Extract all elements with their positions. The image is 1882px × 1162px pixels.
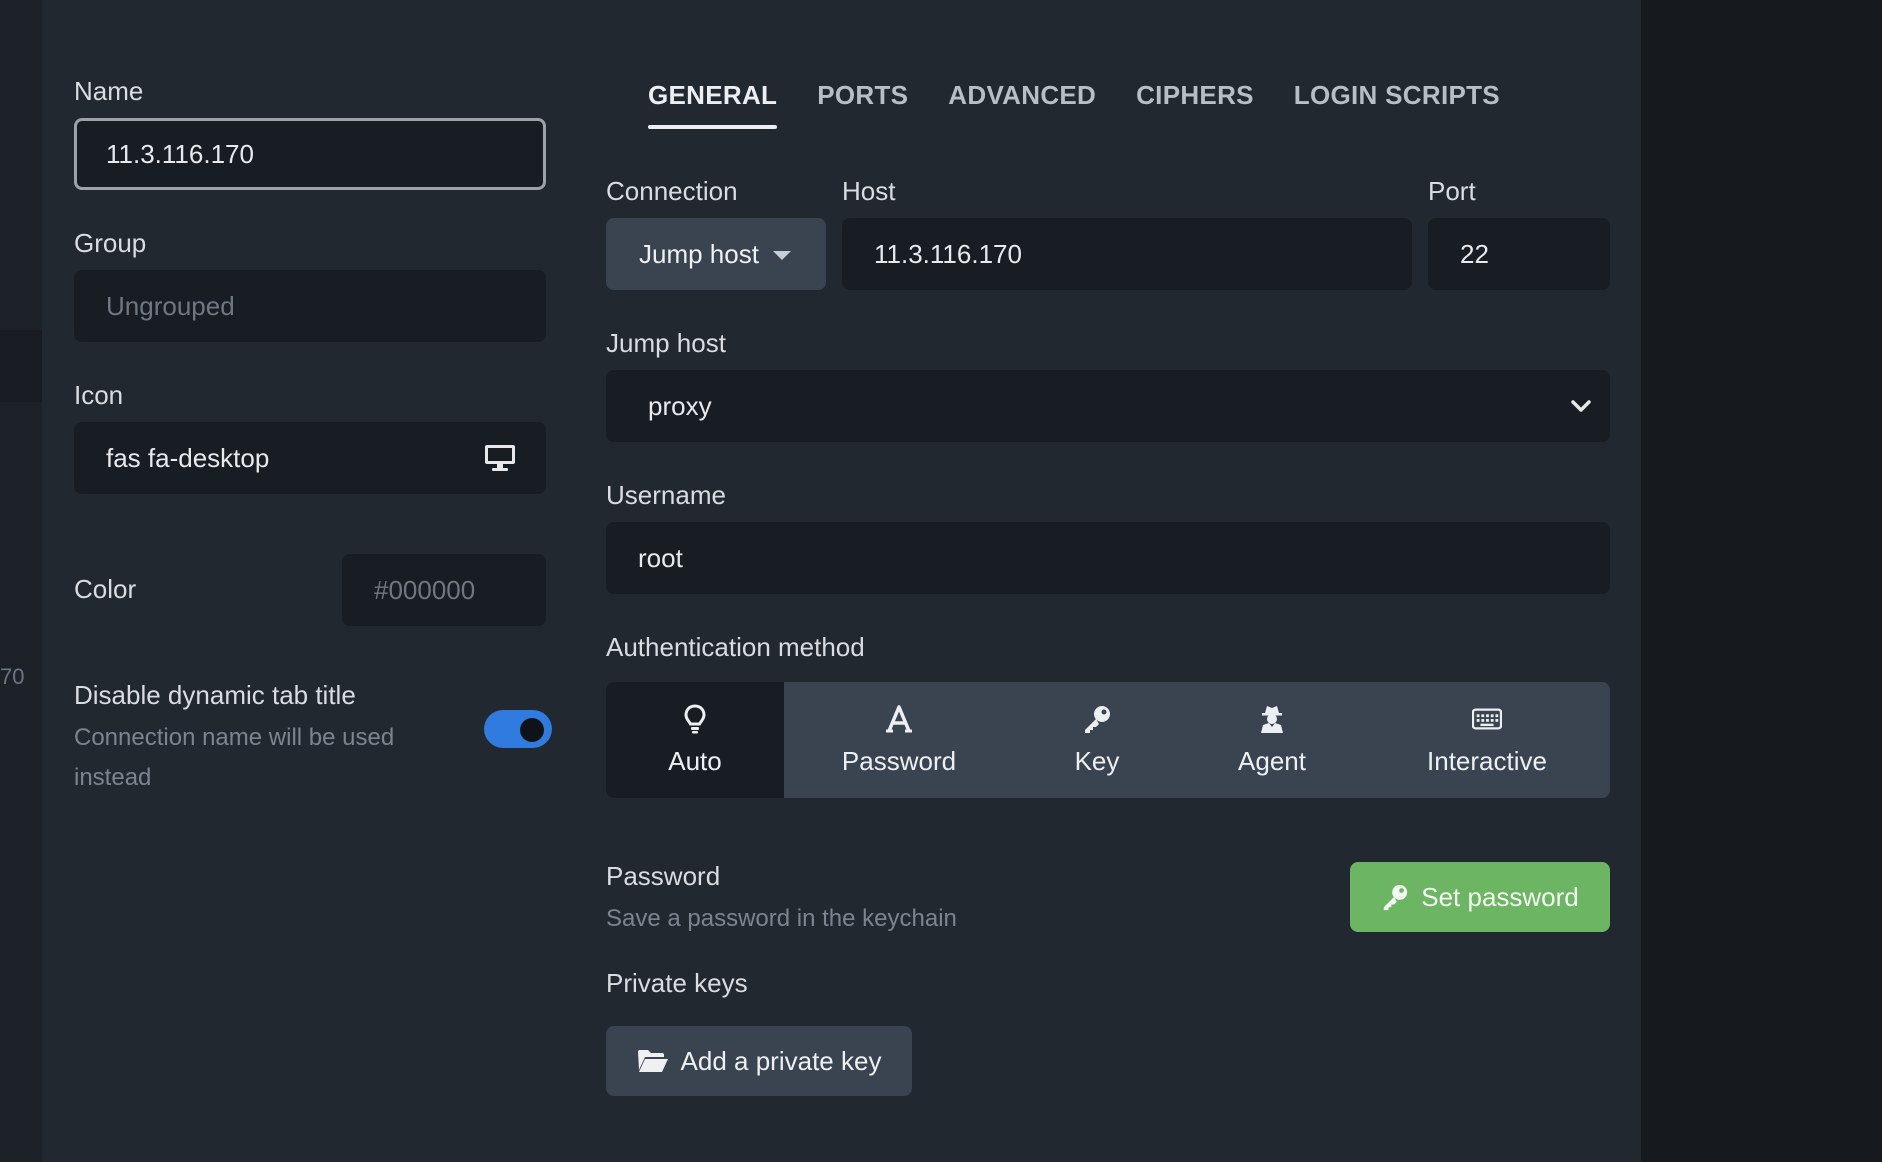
background-app-sidebar: 70 [0,0,42,1162]
desktop-icon [485,445,515,471]
icon-value: fas fa-desktop [106,442,270,473]
name-input[interactable]: 11.3.116.170 [74,118,546,190]
group-label: Group [74,228,147,258]
host-input[interactable]: 11.3.116.170 [842,218,1412,290]
color-label: Color [74,574,137,604]
username-value: root [638,542,683,573]
auth-option-label: Interactive [1427,745,1547,776]
background-selected-row [0,330,42,402]
auth-option-auto[interactable]: Auto [606,682,784,798]
set-password-label: Set password [1421,881,1579,912]
color-input[interactable]: #000000 [342,554,546,626]
jump-host-select[interactable]: proxy [606,370,1610,442]
name-value: 11.3.116.170 [106,138,254,169]
password-help: Save a password in the keychain [606,905,957,932]
set-password-button[interactable]: Set password [1350,862,1610,932]
font-a-icon [884,704,914,734]
auth-method-label: Authentication method [606,632,865,662]
name-label: Name [74,76,144,106]
tab-ciphers[interactable]: CIPHERS [1136,80,1254,129]
add-private-key-label: Add a private key [680,1045,882,1076]
tab-advanced[interactable]: ADVANCED [948,80,1096,129]
add-private-key-button[interactable]: Add a private key [606,1026,912,1096]
auth-option-password[interactable]: Password [784,682,1014,798]
port-label: Port [1428,176,1476,206]
keyboard-icon [1472,704,1502,734]
dynamic-title-help-line2: instead [74,764,152,791]
settings-tabs: GENERAL PORTS ADVANCED CIPHERS LOGIN SCR… [648,80,1500,129]
caret-down-icon [772,251,791,260]
connection-label: Connection [606,176,738,206]
auth-option-agent[interactable]: Agent [1180,682,1364,798]
background-app-right [1641,0,1882,1162]
host-value: 11.3.116.170 [874,238,1022,269]
username-label: Username [606,480,726,510]
dynamic-title-toggle[interactable] [484,710,552,748]
connection-settings-modal: Name 11.3.116.170 Group Ungrouped Icon f… [42,0,1641,1162]
user-secret-icon [1257,704,1287,734]
jump-host-value: proxy [648,390,712,421]
port-value: 22 [1460,238,1489,269]
chevron-down-icon [1571,400,1591,412]
icon-input[interactable]: fas fa-desktop [74,422,546,494]
auth-option-label: Password [841,745,957,776]
dynamic-title-label: Disable dynamic tab title [74,680,356,710]
color-placeholder: #000000 [374,574,476,605]
group-input[interactable]: Ungrouped [74,270,546,342]
toggle-knob [520,718,544,742]
connection-type-dropdown[interactable]: Jump host [606,218,826,290]
dynamic-title-help-line1: Connection name will be used [74,724,395,751]
auth-option-label: Key [1074,745,1120,776]
group-placeholder: Ungrouped [106,290,235,321]
background-fragment-text: 70 [0,664,25,689]
tab-general[interactable]: GENERAL [648,80,778,129]
auth-option-label: Auto [668,745,722,776]
auth-option-label: Agent [1238,745,1306,776]
tab-ports[interactable]: PORTS [817,80,908,129]
auth-method-selector: Auto Password Key Agent Interactive [606,682,1610,798]
icon-label: Icon [74,380,124,410]
password-label: Password [606,861,721,891]
host-label: Host [842,176,896,206]
folder-open-icon [637,1050,668,1072]
connection-type-value: Jump host [639,238,759,269]
auth-option-interactive[interactable]: Interactive [1364,682,1610,798]
auth-option-key[interactable]: Key [1014,682,1180,798]
jump-host-label: Jump host [606,328,726,358]
lightbulb-icon [680,703,710,734]
port-input[interactable]: 22 [1428,218,1610,290]
username-input[interactable]: root [606,522,1610,594]
key-icon [1082,704,1112,734]
private-keys-label: Private keys [606,968,748,998]
key-icon [1384,884,1408,911]
tab-login-scripts[interactable]: LOGIN SCRIPTS [1294,80,1500,129]
